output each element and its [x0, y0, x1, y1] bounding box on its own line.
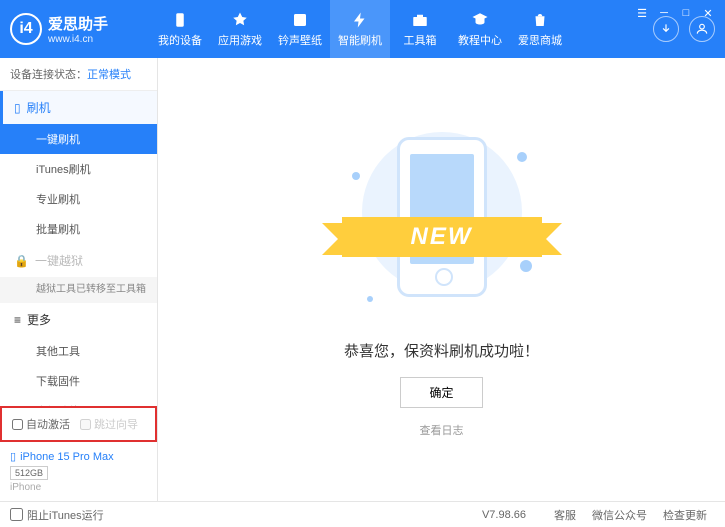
wallpaper-icon: [291, 11, 309, 29]
view-log-link[interactable]: 查看日志: [420, 422, 464, 438]
device-info: ▯ iPhone 15 Pro Max 512GB iPhone: [0, 442, 157, 501]
main-nav: 我的设备 应用游戏 钤声壁纸 智能刷机 工具箱 教程中心 爱思商城: [150, 0, 653, 58]
sidebar-menu: ▯ 刷机 一键刷机 iTunes刷机 专业刷机 批量刷机 🔒 一键越狱 越狱工具…: [0, 91, 157, 406]
main-content: NEW 恭喜您，保资料刷机成功啦！ 确定 查看日志: [158, 58, 725, 501]
block-itunes-checkbox[interactable]: 阻止iTunes运行: [10, 507, 104, 523]
options-highlighted: 自动激活 跳过向导: [0, 406, 157, 442]
flash-icon: [351, 11, 369, 29]
nav-smart-flash[interactable]: 智能刷机: [330, 0, 390, 58]
success-illustration: NEW: [352, 122, 532, 322]
group-flash[interactable]: ▯ 刷机: [0, 91, 157, 124]
logo-icon: i4: [10, 13, 42, 45]
device-name[interactable]: ▯ iPhone 15 Pro Max: [10, 450, 147, 463]
nav-my-device[interactable]: 我的设备: [150, 0, 210, 58]
footer-support[interactable]: 客服: [554, 507, 576, 523]
group-more[interactable]: ≡ 更多: [0, 303, 157, 336]
new-ribbon: NEW: [342, 217, 542, 257]
nav-store[interactable]: 爱思商城: [510, 0, 570, 58]
window-controls: ☰ ─ □ ✕: [635, 6, 715, 20]
skip-wizard-checkbox[interactable]: 跳过向导: [80, 416, 138, 432]
minimize-icon[interactable]: ─: [657, 6, 671, 20]
nav-tutorials[interactable]: 教程中心: [450, 0, 510, 58]
logo-area: i4 爱思助手 www.i4.cn: [10, 13, 150, 45]
footer-update[interactable]: 检查更新: [663, 507, 707, 523]
close-icon[interactable]: ✕: [701, 6, 715, 20]
sub-advanced[interactable]: 高级功能: [0, 396, 157, 406]
store-icon: [531, 11, 549, 29]
maximize-icon[interactable]: □: [679, 6, 693, 20]
device-type: iPhone: [10, 482, 147, 493]
jailbreak-note: 越狱工具已转移至工具箱: [0, 277, 157, 303]
footer-wechat[interactable]: 微信公众号: [592, 507, 647, 523]
nav-ringtones[interactable]: 钤声壁纸: [270, 0, 330, 58]
sub-download-firmware[interactable]: 下载固件: [0, 366, 157, 396]
apps-icon: [231, 11, 249, 29]
sub-one-key-flash[interactable]: 一键刷机: [0, 124, 157, 154]
sub-itunes-flash[interactable]: iTunes刷机: [0, 154, 157, 184]
success-message: 恭喜您，保资料刷机成功啦！: [344, 340, 539, 361]
phone-small-icon: ▯: [10, 450, 16, 463]
version-label: V7.98.66: [482, 509, 526, 521]
footer: 阻止iTunes运行 V7.98.66 客服 微信公众号 检查更新: [0, 501, 725, 527]
device-capacity: 512GB: [10, 466, 48, 480]
sub-batch-flash[interactable]: 批量刷机: [0, 214, 157, 244]
ok-button[interactable]: 确定: [400, 377, 482, 408]
lock-icon: 🔒: [14, 254, 29, 268]
tutorial-icon: [471, 11, 489, 29]
app-header: i4 爱思助手 www.i4.cn 我的设备 应用游戏 钤声壁纸 智能刷机 工具…: [0, 0, 725, 58]
app-url: www.i4.cn: [48, 34, 108, 45]
device-icon: [171, 11, 189, 29]
list-icon: ≡: [14, 313, 21, 327]
toolbox-icon: [411, 11, 429, 29]
app-name: 爱思助手: [48, 13, 108, 34]
sidebar: 设备连接状态：正常模式 ▯ 刷机 一键刷机 iTunes刷机 专业刷机 批量刷机…: [0, 58, 158, 501]
group-jailbreak: 🔒 一键越狱: [0, 244, 157, 277]
phone-icon: ▯: [14, 101, 21, 115]
sub-pro-flash[interactable]: 专业刷机: [0, 184, 157, 214]
sub-other-tools[interactable]: 其他工具: [0, 336, 157, 366]
nav-toolbox[interactable]: 工具箱: [390, 0, 450, 58]
nav-apps-games[interactable]: 应用游戏: [210, 0, 270, 58]
menu-icon[interactable]: ☰: [635, 6, 649, 20]
auto-activate-checkbox[interactable]: 自动激活: [12, 416, 70, 432]
device-status: 设备连接状态：正常模式: [0, 58, 157, 91]
